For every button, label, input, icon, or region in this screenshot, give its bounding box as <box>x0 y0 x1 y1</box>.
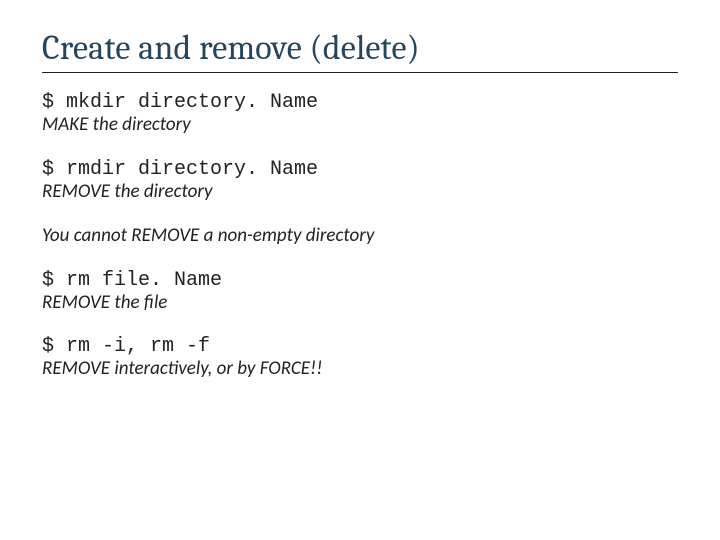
title-underline <box>42 72 678 73</box>
desc-mkdir: MAKE the directory <box>42 114 678 136</box>
block-rmdir: $ rmdir directory. Name REMOVE the direc… <box>42 158 678 203</box>
desc-rmdir: REMOVE the directory <box>42 181 678 203</box>
block-rm: $ rm file. Name REMOVE the file <box>42 269 678 314</box>
note-nonempty: You cannot REMOVE a non-empty directory <box>42 225 678 247</box>
cmd-rmdir: $ rmdir directory. Name <box>42 158 678 181</box>
cmd-mkdir: $ mkdir directory. Name <box>42 91 678 114</box>
cmd-rm: $ rm file. Name <box>42 269 678 292</box>
block-mkdir: $ mkdir directory. Name MAKE the directo… <box>42 91 678 136</box>
cmd-rm-flags: $ rm -i, rm -f <box>42 335 678 358</box>
desc-rm: REMOVE the file <box>42 292 678 314</box>
slide-title: Create and remove (delete) <box>42 28 678 68</box>
desc-rm-flags: REMOVE interactively, or by FORCE!! <box>42 358 678 380</box>
slide: Create and remove (delete) $ mkdir direc… <box>0 0 720 540</box>
block-rm-flags: $ rm -i, rm -f REMOVE interactively, or … <box>42 335 678 380</box>
